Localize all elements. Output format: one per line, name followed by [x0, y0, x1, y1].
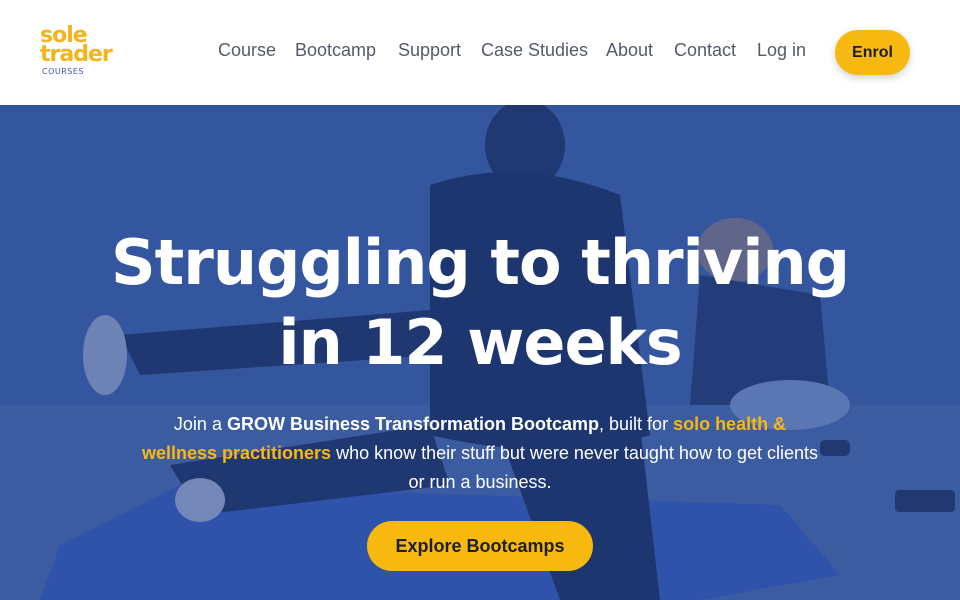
hero-sub-text-1: Join a: [173, 414, 227, 434]
main-nav: Course Bootcamp Support Case Studies Abo…: [0, 40, 960, 66]
explore-bootcamps-button[interactable]: Explore Bootcamps: [367, 521, 593, 571]
enrol-button[interactable]: Enrol: [835, 30, 910, 75]
site-header: sole trader COURSES Course Bootcamp Supp…: [0, 0, 960, 105]
nav-item-course[interactable]: Course: [218, 40, 276, 61]
hero-title-line-1: Struggling to thriving: [111, 226, 850, 299]
nav-item-log-in[interactable]: Log in: [757, 40, 806, 61]
nav-item-bootcamp[interactable]: Bootcamp: [295, 40, 376, 61]
hero-sub-bold: GROW Business Transformation Bootcamp: [226, 414, 600, 434]
hero-sub-text-2: , built for: [599, 414, 674, 434]
hero-section: Struggling to thriving in 12 weeks Join …: [0, 105, 960, 600]
nav-item-support[interactable]: Support: [398, 40, 461, 61]
hero-title-line-2: in 12 weeks: [278, 306, 682, 379]
nav-item-about[interactable]: About: [606, 40, 653, 61]
nav-item-contact[interactable]: Contact: [674, 40, 736, 61]
logo-word-courses: COURSES: [42, 67, 85, 76]
hero-subtitle: Join a GROW Business Transformation Boot…: [140, 410, 820, 497]
nav-item-case-studies[interactable]: Case Studies: [481, 40, 588, 61]
hero-title: Struggling to thriving in 12 weeks: [80, 223, 880, 383]
hero-sub-text-3: who know their stuff but were never taug…: [331, 443, 819, 492]
